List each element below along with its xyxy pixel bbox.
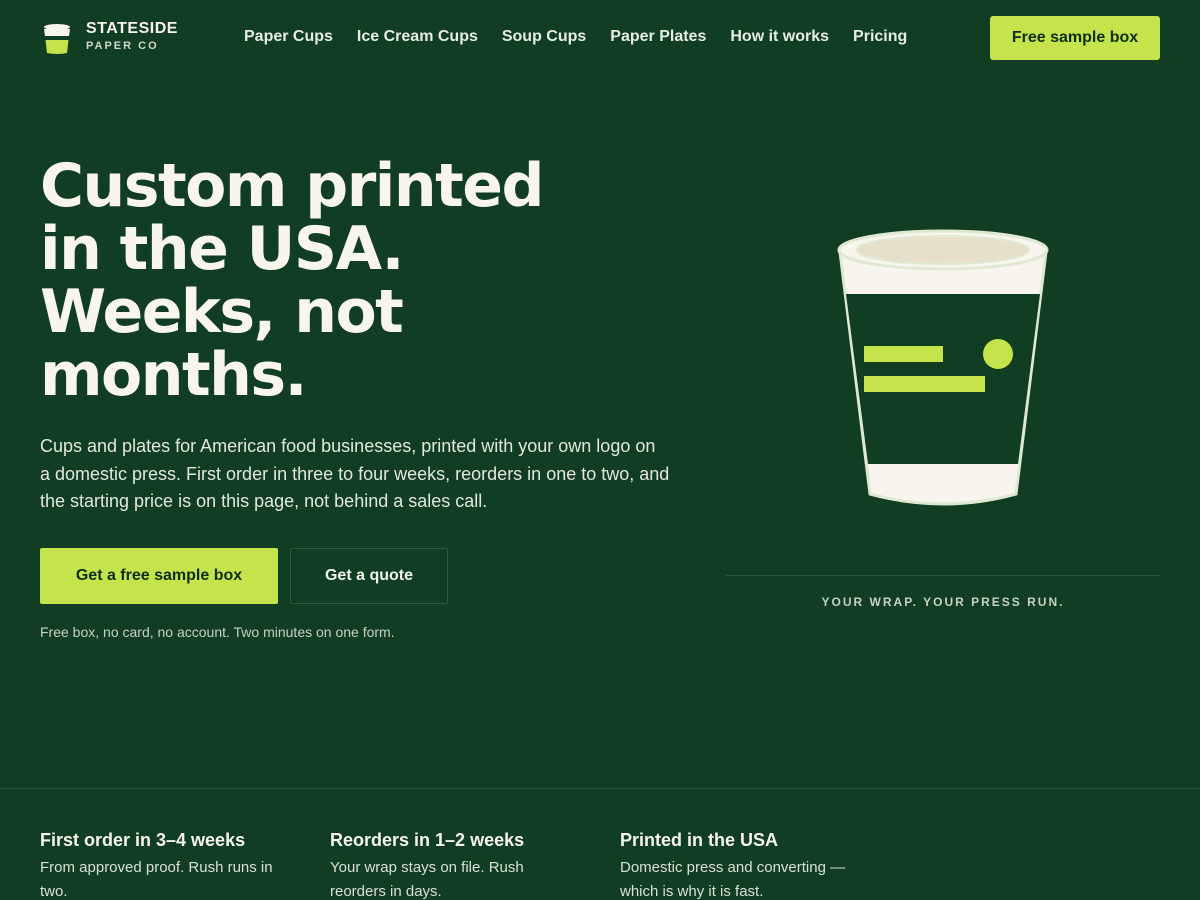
hero-title: Custom printed in the USA. Weeks, not mo… — [40, 155, 660, 407]
feature-title: First order in 3–4 weeks — [40, 830, 246, 850]
get-quote-button[interactable]: Get a quote — [290, 548, 448, 604]
cup-illustration — [837, 229, 1049, 506]
get-free-sample-box-button[interactable]: Get a free sample box — [40, 548, 278, 604]
free-sample-box-button[interactable]: Free sample box — [990, 16, 1160, 60]
hero-description: Cups and plates for American food busine… — [40, 436, 670, 511]
nav-link-pricing[interactable]: Pricing — [853, 27, 907, 47]
feature-first-order: First order in 3–4 weeks From approved p… — [40, 828, 290, 900]
hero-title-line: months. — [40, 340, 307, 410]
brand-logo[interactable]: STATESIDE PAPER CO — [40, 20, 178, 58]
nav-link-paper-plates[interactable]: Paper Plates — [610, 27, 706, 47]
nav-link-paper-cups[interactable]: Paper Cups — [244, 27, 333, 47]
brand-name: STATESIDE — [86, 20, 178, 37]
hero-title-line: in the USA. — [40, 214, 404, 284]
feature-title: Printed in the USA — [620, 830, 779, 850]
feature-description: From approved proof. Rush runs in two. — [40, 859, 273, 900]
hero-divider — [726, 575, 1160, 576]
feature-title: Reorders in 1–2 weeks — [330, 830, 525, 850]
feature-description: Your wrap stays on file. Rush reorders i… — [330, 859, 524, 900]
image-caption: YOUR WRAP. YOUR PRESS RUN. — [821, 595, 1065, 609]
hero-fine-print: Free box, no card, no account. Two minut… — [40, 624, 395, 640]
cup-logo-icon — [44, 24, 70, 54]
feature-description: Domestic press and converting — which is… — [620, 859, 846, 900]
nav-link-how-it-works[interactable]: How it works — [730, 27, 829, 47]
hero-title-line: Weeks, not — [40, 277, 404, 347]
feature-printed-usa: Printed in the USA Domestic press and co… — [620, 828, 870, 900]
section-divider — [0, 788, 1200, 789]
hero-title-line: Custom printed — [40, 151, 544, 221]
brand-subtitle: PAPER CO — [86, 40, 159, 52]
main-nav: Paper Cups Ice Cream Cups Soup Cups Pape… — [244, 27, 931, 47]
feature-reorders: Reorders in 1–2 weeks Your wrap stays on… — [330, 828, 580, 900]
nav-link-ice-cream-cups[interactable]: Ice Cream Cups — [357, 27, 478, 47]
top-navigation: STATESIDE PAPER CO Paper Cups Ice Cream … — [0, 0, 1200, 76]
nav-link-soup-cups[interactable]: Soup Cups — [502, 27, 586, 47]
